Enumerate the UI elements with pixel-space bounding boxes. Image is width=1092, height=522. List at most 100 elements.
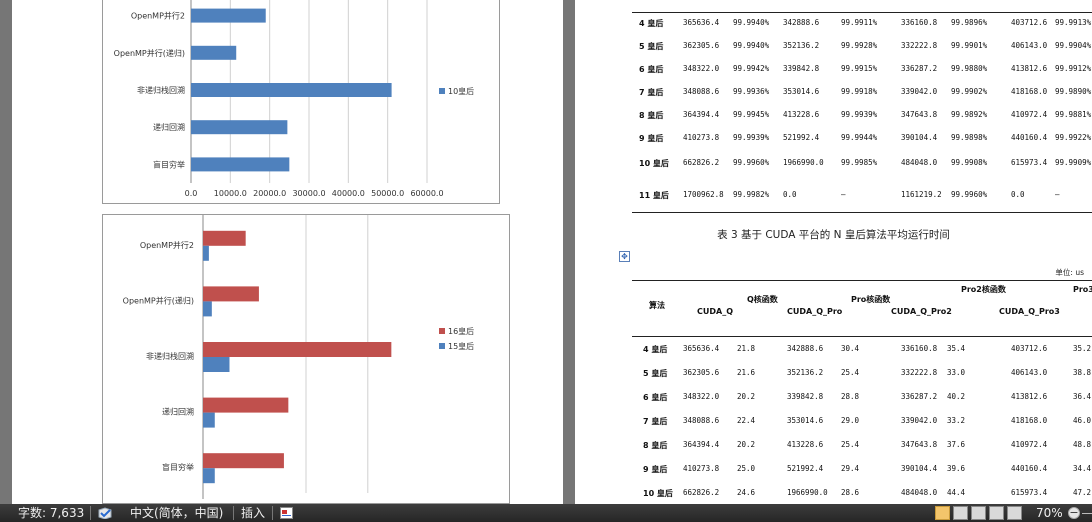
- language-indicator[interactable]: 中文(简体，中国): [130, 506, 223, 520]
- y-category-label: OpenMP并行(递归): [123, 295, 194, 305]
- document-page-right: 4 皇后 365636.4 99.9940% 342888.6 99.9911% 3361…: [575, 0, 1092, 504]
- table-cell: 30.4: [841, 344, 860, 353]
- table-cell: 99.9898%: [951, 133, 988, 142]
- table-cell: 342888.6: [783, 18, 820, 27]
- table-cell: 99.9880%: [951, 64, 988, 73]
- table-cell: 99.9915%: [841, 64, 878, 73]
- table-cell: 418168.0: [1011, 416, 1048, 425]
- table-cell: 28.6: [841, 488, 860, 497]
- table-cell: 99.9942%: [733, 64, 770, 73]
- chart-10-queens[interactable]: 0.0 10000.0 20000.0 30000.0 40000.0 50000.0 60…: [102, 0, 500, 204]
- table-cell: 410273.8: [683, 133, 720, 142]
- table-cell: 362305.6: [683, 41, 720, 50]
- table-cell: 332222.8: [901, 368, 938, 377]
- table-cell: 21.8: [737, 344, 756, 353]
- table-cell: 521992.4: [783, 133, 820, 142]
- table-cell: 440160.4: [1011, 133, 1048, 142]
- table-cell: 339042.0: [901, 87, 938, 96]
- proofing-book-icon[interactable]: [98, 507, 112, 520]
- full-screen-reading-view-button[interactable]: [953, 506, 968, 520]
- chart-15-16-queens[interactable]: 盲目穷举 递归回溯 非递归栈回溯 OpenMP并行(递归) OpenMP并行2 16皇后 1…: [102, 214, 510, 504]
- bar-16皇后: [203, 230, 246, 246]
- x-tick-label: 60000.0: [410, 189, 443, 198]
- table-cell: 99.9936%: [733, 87, 770, 96]
- legend-swatch: [439, 328, 445, 334]
- table-cell: 348088.6: [683, 416, 720, 425]
- table-cell: 615973.4: [1011, 488, 1048, 497]
- table-cell: 25.0: [737, 464, 756, 473]
- table-cell: 38.8: [1073, 368, 1092, 377]
- table-cell: 28.8: [841, 392, 860, 401]
- table-row-header: 9 皇后: [643, 465, 668, 474]
- table-cell: 521992.4: [787, 464, 824, 473]
- table-move-handle-icon[interactable]: ✥: [619, 251, 630, 262]
- table-cell: 406143.0: [1011, 41, 1048, 50]
- draft-view-button[interactable]: [1007, 506, 1022, 520]
- table-cell: 99.9902%: [951, 87, 988, 96]
- table-column-header: CUDA_Q_Pro3: [999, 307, 1060, 316]
- zoom-level[interactable]: 70%: [1036, 506, 1063, 520]
- table-row-header: 7 皇后: [639, 88, 664, 97]
- outline-view-button[interactable]: [989, 506, 1004, 520]
- bar-16皇后: [203, 342, 392, 357]
- table-cell: 99.9960%: [951, 190, 988, 199]
- table-cell: 99.9918%: [841, 87, 878, 96]
- table-cell: 99.9911%: [841, 18, 878, 27]
- table-cell: 418168.0: [1011, 87, 1048, 96]
- bar-15皇后: [203, 245, 209, 261]
- bar-15皇后: [203, 412, 215, 428]
- table-cell: 35.2: [1073, 344, 1092, 353]
- table-cell: 390104.4: [901, 464, 938, 473]
- table-cell: 406143.0: [1011, 368, 1048, 377]
- zoom-slider-track[interactable]: [1082, 513, 1092, 514]
- x-tick-label: 50000.0: [371, 189, 404, 198]
- table-cell: 336287.2: [901, 64, 938, 73]
- x-tick-label: 0.0: [185, 189, 198, 198]
- table-cell: 403712.6: [1011, 18, 1048, 27]
- table-row-header: 4 皇后: [643, 345, 668, 354]
- table-cell: 484048.0: [901, 158, 938, 167]
- status-bar: 字数: 7,633 中文(简体，中国) 插入 70% −: [0, 504, 1092, 522]
- table-cell: —: [841, 190, 846, 199]
- table-cell: 352136.2: [787, 368, 824, 377]
- table-row-header: 8 皇后: [639, 111, 664, 120]
- table-cell: 390104.4: [901, 133, 938, 142]
- table-row-header: 8 皇后: [643, 441, 668, 450]
- table-cell: 99.9908%: [951, 158, 988, 167]
- bar-10皇后: [191, 83, 392, 97]
- table-cell: 47.2: [1073, 488, 1092, 497]
- table-cell: 339842.8: [787, 392, 824, 401]
- word-count[interactable]: 字数: 7,633: [18, 506, 84, 520]
- y-category-label: 非递归栈回溯: [146, 351, 194, 361]
- table-cell: 99.9896%: [951, 18, 988, 27]
- table-cell: 0.0: [783, 190, 797, 199]
- bar-15皇后: [203, 468, 215, 484]
- table-cell: 99.9939%: [733, 133, 770, 142]
- y-category-label: 递归回溯: [153, 122, 185, 132]
- table-cell: 1700962.8: [683, 190, 724, 199]
- table-cell: 99.9944%: [841, 133, 878, 142]
- table-cell: 99.9913%: [1055, 18, 1092, 27]
- table-row-header: 10 皇后: [643, 489, 673, 498]
- table-row-header: 5 皇后: [643, 369, 668, 378]
- web-layout-view-button[interactable]: [971, 506, 986, 520]
- table-cell: 25.4: [841, 368, 860, 377]
- table-cell: 1161219.2: [901, 190, 942, 199]
- table-row-header: 9 皇后: [639, 134, 664, 143]
- table-cell: 347643.8: [901, 110, 938, 119]
- print-layout-view-button[interactable]: [935, 506, 950, 520]
- table-cell: 99.9904%: [1055, 41, 1092, 50]
- table-cell: 336160.8: [901, 18, 938, 27]
- table-cell: 20.2: [737, 392, 756, 401]
- zoom-out-icon[interactable]: −: [1068, 507, 1080, 519]
- bar-10皇后: [191, 120, 288, 135]
- table-column-header: CUDA_Q: [697, 307, 733, 316]
- macro-record-icon[interactable]: [280, 507, 293, 519]
- table-cell: 21.6: [737, 368, 756, 377]
- insert-mode-indicator[interactable]: 插入: [241, 506, 265, 520]
- y-category-label: 盲目穷举: [162, 462, 194, 472]
- table-cell: 99.9881%: [1055, 110, 1092, 119]
- table-row-header: 6 皇后: [643, 393, 668, 402]
- legend-label: 16皇后: [448, 326, 474, 336]
- table-cell: 35.4: [947, 344, 966, 353]
